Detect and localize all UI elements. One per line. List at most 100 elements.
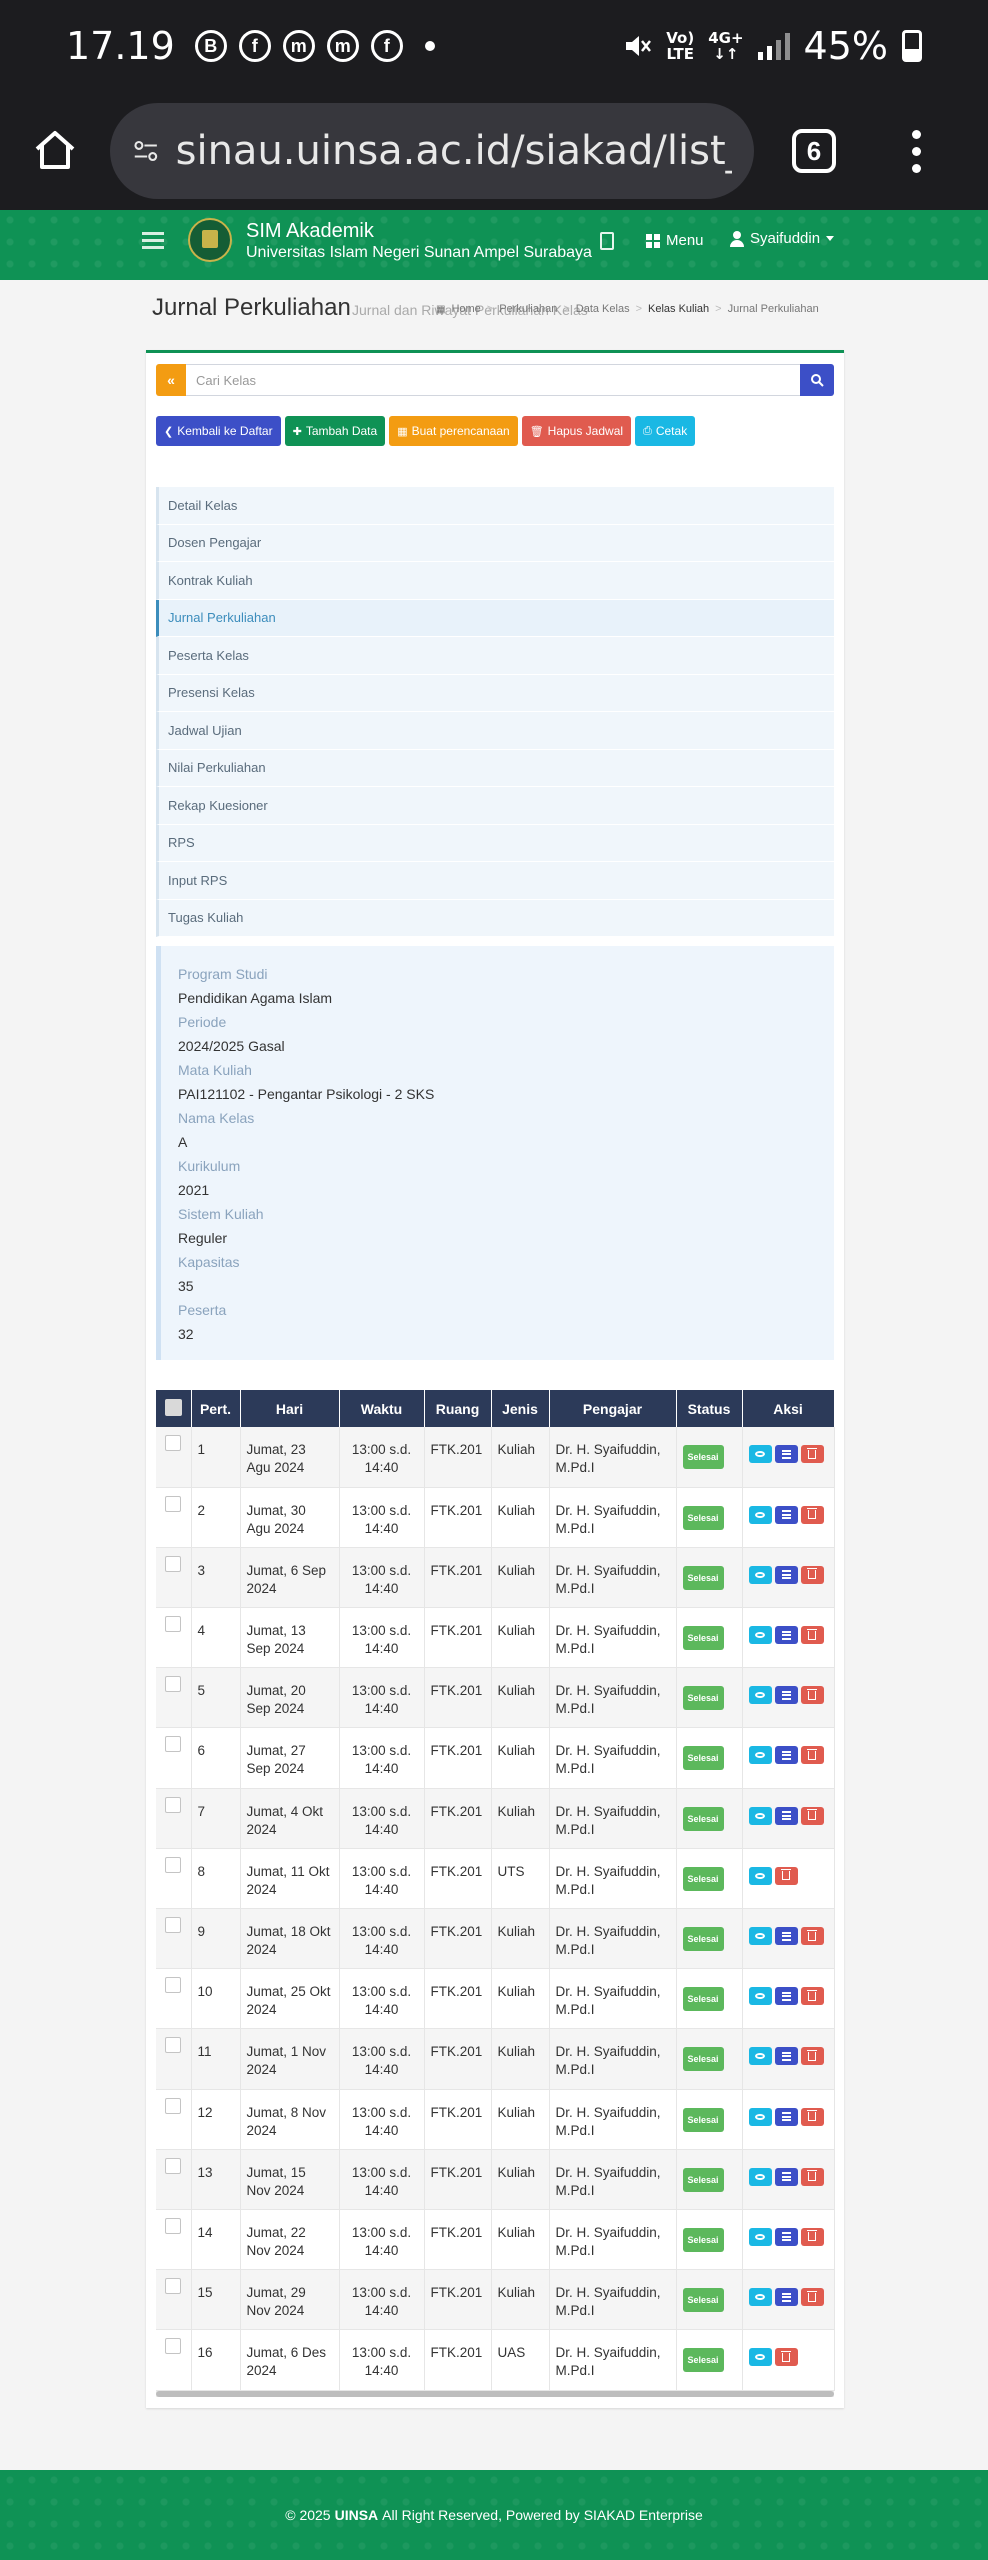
- view-button[interactable]: [748, 2107, 772, 2126]
- edit-button[interactable]: [774, 1927, 798, 1945]
- delete-button[interactable]: [800, 1505, 824, 1524]
- nav-kontrak-kuliah[interactable]: Kontrak Kuliah: [156, 562, 834, 600]
- home-button[interactable]: [0, 127, 110, 175]
- view-button[interactable]: [748, 1686, 772, 1705]
- menu-button[interactable]: Menu: [646, 232, 704, 249]
- row-checkbox[interactable]: [165, 1555, 182, 1572]
- search-button[interactable]: [800, 364, 834, 396]
- print-button[interactable]: ⎙ Cetak: [635, 416, 696, 446]
- delete-button[interactable]: [800, 2227, 824, 2246]
- nav-dosen-pengajar[interactable]: Dosen Pengajar: [156, 524, 834, 562]
- delete-button[interactable]: [800, 2288, 824, 2307]
- delete-button[interactable]: [774, 1866, 798, 1885]
- edit-button[interactable]: [774, 1746, 798, 1765]
- edit-button[interactable]: [774, 1445, 798, 1463]
- delete-button[interactable]: [800, 1806, 824, 1825]
- view-button[interactable]: [748, 2047, 772, 2066]
- view-button[interactable]: [748, 1626, 772, 1645]
- edit-button[interactable]: [774, 2167, 798, 2186]
- edit-button[interactable]: [774, 1565, 798, 1584]
- nav-rekap-kuesioner[interactable]: Rekap Kuesioner: [156, 787, 834, 825]
- breadcrumb-perkuliahan[interactable]: Perkuliahan: [499, 303, 557, 315]
- row-checkbox[interactable]: [165, 2037, 182, 2054]
- nav-peserta-kelas[interactable]: Peserta Kelas: [156, 637, 834, 675]
- tab-switcher-button[interactable]: 6: [792, 129, 836, 173]
- row-checkbox[interactable]: [165, 2217, 182, 2234]
- breadcrumb-kelas-kuliah[interactable]: Kelas Kuliah: [648, 303, 709, 315]
- edit-button[interactable]: [774, 2227, 798, 2246]
- nav-input-rps[interactable]: Input RPS: [156, 862, 834, 900]
- delete-schedule-button[interactable]: 🗑 Hapus Jadwal: [521, 416, 632, 446]
- view-button[interactable]: [748, 2288, 772, 2307]
- sidebar-toggle-icon[interactable]: [142, 232, 164, 249]
- row-checkbox[interactable]: [165, 1796, 182, 1813]
- view-button[interactable]: [748, 1866, 772, 1885]
- add-data-button[interactable]: ✚ Tambah Data: [284, 416, 386, 446]
- view-button[interactable]: [748, 2348, 772, 2367]
- view-button[interactable]: [748, 1746, 772, 1765]
- trash-icon: [781, 2350, 791, 2362]
- view-button[interactable]: [748, 1505, 772, 1524]
- edit-button[interactable]: [774, 1987, 798, 2006]
- search-input[interactable]: [186, 364, 800, 396]
- row-checkbox[interactable]: [165, 1616, 182, 1633]
- nav-jadwal-ujian[interactable]: Jadwal Ujian: [156, 712, 834, 750]
- row-checkbox[interactable]: [165, 2278, 182, 2295]
- delete-button[interactable]: [800, 1686, 824, 1705]
- edit-button[interactable]: [774, 1505, 798, 1524]
- delete-button[interactable]: [800, 1626, 824, 1645]
- view-button[interactable]: [748, 2167, 772, 2186]
- row-checkbox[interactable]: [165, 2157, 182, 2174]
- horizontal-scrollbar[interactable]: [156, 2390, 834, 2397]
- site-settings-icon[interactable]: [132, 131, 160, 171]
- delete-button[interactable]: [800, 1927, 824, 1945]
- nav-rps[interactable]: RPS: [156, 824, 834, 862]
- edit-button[interactable]: [774, 1626, 798, 1645]
- row-checkbox[interactable]: [165, 1495, 182, 1512]
- row-checkbox[interactable]: [165, 1676, 182, 1693]
- nav-detail-kelas[interactable]: Detail Kelas: [156, 487, 834, 525]
- nav-jurnal-perkuliahan[interactable]: Jurnal Perkuliahan: [156, 599, 834, 637]
- view-button[interactable]: [748, 1806, 772, 1825]
- view-button[interactable]: [748, 1445, 772, 1463]
- create-plan-button[interactable]: ▦ Buat perencanaan: [389, 416, 518, 446]
- row-checkbox[interactable]: [165, 2338, 182, 2355]
- breadcrumb-data-kelas[interactable]: Data Kelas: [576, 303, 630, 315]
- edit-button[interactable]: [774, 2107, 798, 2126]
- breadcrumb-home[interactable]: Home: [451, 303, 480, 315]
- back-arrow-button[interactable]: «: [156, 364, 186, 396]
- address-bar[interactable]: sinau.uinsa.ac.id/siakad/list_perkuliaha…: [110, 103, 754, 199]
- delete-button[interactable]: [800, 1987, 824, 2006]
- edit-button[interactable]: [774, 2047, 798, 2066]
- row-checkbox[interactable]: [165, 1917, 182, 1933]
- view-button[interactable]: [748, 1987, 772, 2006]
- edit-button[interactable]: [774, 1806, 798, 1825]
- delete-button[interactable]: [774, 2348, 798, 2367]
- view-button[interactable]: [748, 1927, 772, 1945]
- view-button[interactable]: [748, 2227, 772, 2246]
- edit-button[interactable]: [774, 2288, 798, 2307]
- row-checkbox[interactable]: [165, 2097, 182, 2114]
- nav-nilai-perkuliahan[interactable]: Nilai Perkuliahan: [156, 749, 834, 787]
- delete-button[interactable]: [800, 1746, 824, 1765]
- delete-button[interactable]: [800, 1445, 824, 1463]
- delete-button[interactable]: [800, 2047, 824, 2066]
- row-checkbox[interactable]: [165, 1736, 182, 1753]
- back-to-list-button[interactable]: ❮ Kembali ke Daftar: [156, 416, 281, 446]
- delete-button[interactable]: [800, 2167, 824, 2186]
- row-checkbox[interactable]: [165, 1977, 182, 1994]
- browser-menu-icon[interactable]: [912, 129, 921, 173]
- row-checkbox[interactable]: [165, 1435, 182, 1451]
- nav-presensi-kelas[interactable]: Presensi Kelas: [156, 674, 834, 712]
- cell-waktu: 13:00 s.d. 14:40: [339, 2028, 425, 2090]
- document-icon[interactable]: [600, 232, 614, 250]
- user-menu[interactable]: Syaifuddin: [730, 230, 835, 247]
- delete-button[interactable]: [800, 1565, 824, 1584]
- cell-aksi: [742, 1968, 835, 2030]
- delete-button[interactable]: [800, 2107, 824, 2126]
- row-checkbox[interactable]: [165, 1856, 182, 1873]
- view-button[interactable]: [748, 1565, 772, 1584]
- select-all-checkbox[interactable]: [156, 1390, 192, 1427]
- nav-tugas-kuliah[interactable]: Tugas Kuliah: [156, 899, 834, 937]
- edit-button[interactable]: [774, 1686, 798, 1705]
